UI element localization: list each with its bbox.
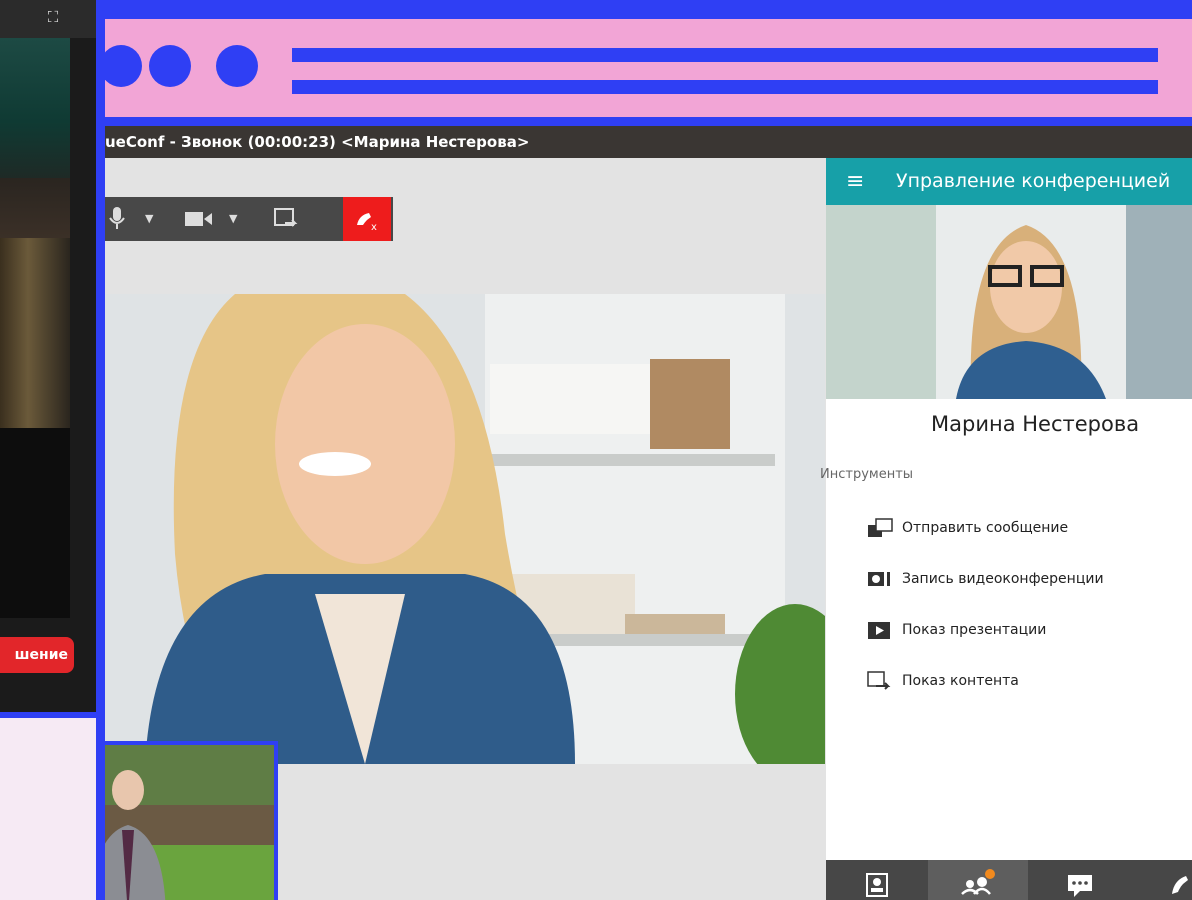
record-conference-tool[interactable]: Запись видеоконференции [866,566,1104,592]
hangup-button[interactable]: x [343,197,391,241]
content-share-icon [867,671,891,690]
header-line-1 [292,48,1158,62]
participant-photo [826,205,1192,399]
background-video-tile-3 [0,238,70,428]
contacts-icon [866,873,888,897]
header-line-2 [292,80,1158,94]
call-icon [1172,876,1188,894]
tab-call[interactable] [1132,860,1192,900]
message-icon [868,518,893,537]
background-video-tile-1 [0,38,70,178]
background-call-window: ⛶ шение [0,0,108,718]
participants-icon [961,869,995,895]
conference-panel: ≡ Управление конференцией Марина Нестеро… [820,158,1192,900]
window-dot-3 [216,45,258,87]
call-title: ueConf - Звонок (00:00:23) <Марина Несте… [105,133,530,151]
hangup-icon: x [357,213,377,233]
camera-icon[interactable] [185,197,213,241]
background-video-tile-4 [0,428,70,618]
participant-name: Марина Нестерова [931,412,1140,436]
remote-video-feed [105,294,825,764]
camera-dropdown-icon[interactable]: ▼ [229,197,237,241]
send-message-label: Отправить сообщение [902,520,1069,536]
self-video-feed [105,741,278,900]
share-content-tool[interactable]: Показ контента [866,668,1019,694]
share-content-label: Показ контента [902,673,1019,689]
main-window-frame: ueConf - Звонок (00:00:23) <Марина Несте… [96,0,1192,900]
background-video-tile-2 [0,178,70,238]
window-dot-1 [105,45,142,87]
background-end-call-button[interactable]: шение [0,637,74,673]
screen-share-icon[interactable] [273,197,299,241]
tools-heading: Инструменты [820,467,914,482]
call-window-titlebar: ueConf - Звонок (00:00:23) <Марина Несте… [105,126,1192,158]
tab-chat[interactable] [1030,860,1130,900]
window-dot-2 [149,45,191,87]
presentation-icon [868,622,890,639]
tab-contacts[interactable] [826,860,926,900]
mic-dropdown-icon[interactable]: ▼ [145,197,153,241]
show-presentation-tool[interactable]: Показ презентации [866,617,1046,643]
tab-participants[interactable] [928,860,1028,900]
decorative-browser-header [105,9,1192,126]
panel-tab-bar [826,860,1192,900]
menu-icon[interactable]: ≡ [846,158,864,205]
svg-text:x: x [371,222,377,233]
call-toolbar: ▼ ▼ x [105,197,393,241]
microphone-icon[interactable] [109,197,125,241]
chat-icon [1068,875,1092,897]
panel-header: ≡ Управление конференцией [826,158,1192,205]
record-conference-label: Запись видеоконференции [902,571,1104,587]
background-window-titlebar: ⛶ [0,0,102,38]
panel-title: Управление конференцией [896,170,1171,192]
show-presentation-label: Показ презентации [902,622,1047,638]
record-icon [868,572,890,586]
send-message-tool[interactable]: Отправить сообщение [866,515,1068,541]
fullscreen-icon[interactable]: ⛶ [40,6,66,28]
